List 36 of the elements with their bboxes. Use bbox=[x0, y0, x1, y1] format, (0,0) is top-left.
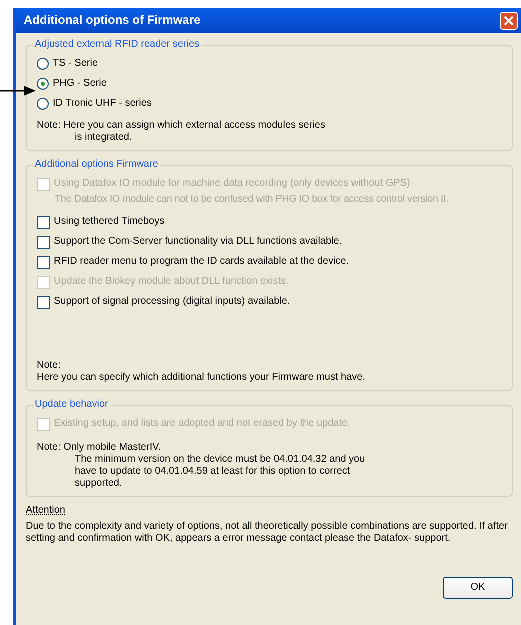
note-text: Note: Only mobile MasterIV. bbox=[37, 442, 162, 454]
note-text: supported. bbox=[74, 478, 124, 490]
note-text: Here you can specify which additional functions your Firmware must have. bbox=[37, 372, 366, 384]
radio-button[interactable] bbox=[37, 58, 49, 70]
group-title: Additional options Firmware bbox=[33, 159, 160, 171]
note-text: The minimum version on the device must be 04.01.04.32 and you bbox=[74, 454, 366, 466]
checkbox-label: Existing setup, and lists are adopted and not erased by the update. bbox=[54, 418, 350, 430]
checkbox-label: RFID reader menu to program the ID cards available at the device. bbox=[54, 256, 350, 268]
pointer-arrow bbox=[0, 85, 38, 97]
ok-button[interactable]: OK bbox=[443, 577, 513, 599]
checkbox[interactable] bbox=[37, 236, 50, 248]
radio-label: PHG - Serie bbox=[53, 78, 107, 90]
note-text: have to update to 04.01.04.59 at least for this option to correct bbox=[74, 466, 352, 478]
group-title: Update behavior bbox=[33, 399, 110, 411]
group-title: Adjusted external RFID reader series bbox=[33, 39, 202, 51]
checkbox[interactable] bbox=[37, 256, 50, 268]
window-title: Additional options of Firmware bbox=[24, 13, 201, 28]
note-text: Note: bbox=[37, 360, 62, 372]
attention-heading: Attention bbox=[26, 505, 66, 517]
checkbox[interactable] bbox=[37, 216, 50, 228]
note-text: is integrated. bbox=[74, 132, 134, 144]
checkbox-label: Update the Biokey module about DLL function exists. bbox=[54, 276, 289, 288]
note-text: Note: Here you can assign which external access modules series bbox=[37, 120, 326, 132]
checkbox[interactable] bbox=[37, 296, 50, 308]
checkbox-label: Using Datafox IO module for machine data recording (only devices without GPS) bbox=[54, 178, 410, 190]
checkbox-label: Using tethered Timeboys bbox=[54, 216, 165, 228]
close-button[interactable] bbox=[500, 12, 518, 30]
checkbox-label: Support the Com-Server functionality via DLL functions available. bbox=[54, 236, 342, 248]
radio-label: TS - Serie bbox=[53, 58, 98, 70]
close-icon bbox=[503, 14, 515, 26]
attention-text: Due to the complexity and variety of options, not all theoretically possible combinations are supported. If after setting and confirmation with OK, appears a error message contact please the Datafox- support. bbox=[26, 521, 509, 545]
radio-button[interactable] bbox=[37, 78, 49, 90]
checkbox-label: Support of signal processing (digital inputs) available. bbox=[54, 296, 290, 308]
option-description: The Datafox IO module can not to be confused with PHG IO box for access control version II. bbox=[54, 194, 450, 207]
radio-label: ID Tronic UHF - series bbox=[53, 98, 152, 110]
radio-button[interactable] bbox=[37, 98, 49, 110]
